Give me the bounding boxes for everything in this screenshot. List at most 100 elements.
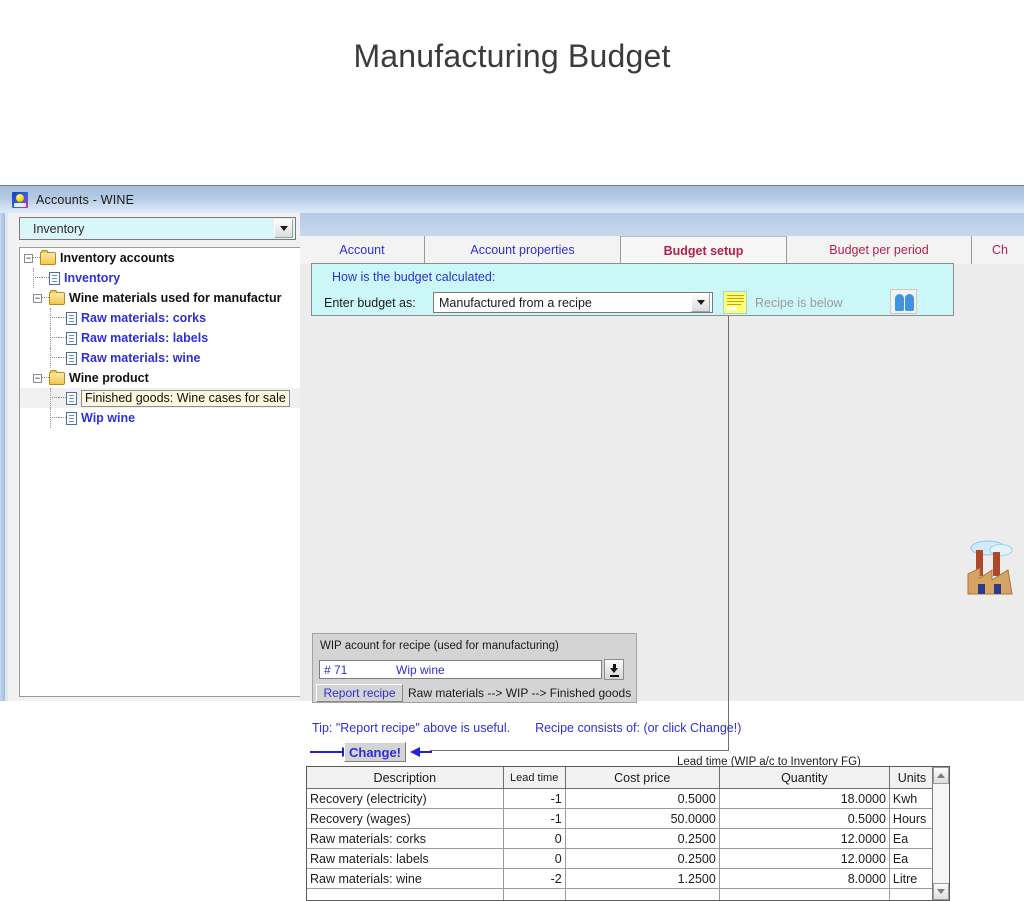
sidebar-pane: Inventory − Inventory accounts Inventory [8,213,300,701]
cell-quantity[interactable] [719,889,889,901]
cell-cost-price[interactable]: 0.5000 [565,789,719,809]
tree-connector [52,357,59,359]
cell-quantity[interactable]: 8.0000 [719,869,889,889]
cell-quantity[interactable]: 18.0000 [719,789,889,809]
cell-units[interactable] [889,889,934,901]
tree-item-inventory-accounts[interactable]: − Inventory accounts [20,248,302,268]
table-row[interactable]: Recovery (wages) -1 50.0000 0.5000 Hours [307,809,950,829]
cell-units[interactable]: Litre [889,869,934,889]
tab-budget-setup[interactable]: Budget setup [621,236,787,264]
tree-item-wip-wine[interactable]: Wip wine [20,408,302,428]
cell-quantity[interactable]: 12.0000 [719,829,889,849]
collapse-toggle-icon[interactable]: − [24,254,33,263]
account-tree[interactable]: − Inventory accounts Inventory − W [19,247,302,697]
tree-item-inventory[interactable]: Inventory [20,268,302,288]
recipe-connector-vertical [728,314,729,750]
cell-units[interactable]: Ea [889,829,934,849]
table-row[interactable]: Raw materials: labels 0 0.2500 12.0000 E… [307,849,950,869]
chevron-down-icon[interactable] [691,293,710,312]
cell-description[interactable]: Raw materials: labels [307,849,503,869]
tree-connector [59,317,66,319]
cell-description[interactable]: Raw materials: corks [307,829,503,849]
column-header-description[interactable]: Description [307,767,503,789]
cell-units[interactable]: Kwh [889,789,934,809]
table-row[interactable]: Raw materials: corks 0 0.2500 12.0000 Ea [307,829,950,849]
budget-method-select[interactable]: Manufactured from a recipe [433,292,713,313]
collapse-toggle-icon[interactable]: − [33,374,42,383]
tree-connector [52,397,59,399]
document-icon [66,412,77,425]
people-icon[interactable] [890,289,917,314]
cell-lead-time[interactable]: -1 [503,809,565,829]
recipe-connector-horizontal [430,750,729,751]
page-title: Manufacturing Budget [0,38,1024,75]
grid-header-row: Description Lead time Cost price Quantit… [307,767,950,789]
tree-item-label: Wip wine [81,411,135,425]
tab-label: Budget per period [829,243,928,257]
tree-item-label: Inventory accounts [60,251,175,265]
tree-item-finished-goods[interactable]: Finished goods: Wine cases for sale [20,388,302,408]
recipe-below-label: Recipe is below [755,296,843,310]
cell-cost-price[interactable]: 0.2500 [565,849,719,869]
tree-item-label: Raw materials: corks [81,311,206,325]
cell-description[interactable]: Recovery (wages) [307,809,503,829]
collapse-toggle-icon[interactable]: − [33,294,42,303]
recipe-grid[interactable]: Description Lead time Cost price Quantit… [306,766,950,901]
cell-description[interactable] [307,889,503,901]
cell-lead-time[interactable]: 0 [503,829,565,849]
tree-item-label-selected: Finished goods: Wine cases for sale [81,390,290,407]
folder-icon [40,252,56,265]
cell-cost-price[interactable]: 50.0000 [565,809,719,829]
cell-cost-price[interactable]: 1.2500 [565,869,719,889]
tab-budget-per-period[interactable]: Budget per period [787,236,972,264]
recipe-tip-part1: Tip: "Report recipe" above is useful. [312,721,510,735]
tree-item-raw-materials-labels[interactable]: Raw materials: labels [20,328,302,348]
cell-lead-time[interactable] [503,889,565,901]
tree-item-raw-materials-wine[interactable]: Raw materials: wine [20,348,302,368]
scroll-down-icon[interactable] [933,883,949,900]
cell-units[interactable]: Hours [889,809,934,829]
cell-lead-time[interactable]: -2 [503,869,565,889]
notepad-icon[interactable] [723,291,747,314]
cell-quantity[interactable]: 12.0000 [719,849,889,869]
tab-chart[interactable]: Ch [972,236,1024,264]
table-row[interactable]: Recovery (electricity) -1 0.5000 18.0000… [307,789,950,809]
document-icon [66,312,77,325]
tree-connector [42,277,49,279]
tree-connector [52,337,59,339]
wip-account-field[interactable]: # 71 Wip wine [319,660,602,679]
cell-quantity[interactable]: 0.5000 [719,809,889,829]
tree-item-wine-product[interactable]: − Wine product [20,368,302,388]
cell-lead-time[interactable]: -1 [503,789,565,809]
column-header-lead-time[interactable]: Lead time [503,767,565,789]
tree-connector [42,377,49,379]
column-header-quantity[interactable]: Quantity [719,767,889,789]
cell-cost-price[interactable] [565,889,719,901]
tree-item-label: Inventory [64,271,120,285]
grid-vertical-scrollbar[interactable] [932,767,949,900]
table-row[interactable] [307,889,950,901]
account-type-combo[interactable]: Inventory [19,217,296,240]
tab-label: Ch [992,243,1008,257]
recipe-tip-line: Tip: "Report recipe" above is useful. Re… [312,721,741,735]
tab-account-properties[interactable]: Account properties [425,236,621,264]
cell-lead-time[interactable]: 0 [503,849,565,869]
tree-item-wine-materials[interactable]: − Wine materials used for manufactur [20,288,302,308]
wip-account-picker-button[interactable] [604,659,624,680]
column-header-cost-price[interactable]: Cost price [565,767,719,789]
table-row[interactable]: Raw materials: wine -2 1.2500 8.0000 Lit… [307,869,950,889]
tab-account[interactable]: Account [300,236,425,264]
tree-item-raw-materials-corks[interactable]: Raw materials: corks [20,308,302,328]
chevron-down-icon[interactable] [274,219,293,238]
cell-description[interactable]: Raw materials: wine [307,869,503,889]
report-recipe-button[interactable]: Report recipe [316,684,403,702]
scroll-up-icon[interactable] [933,767,949,784]
cell-cost-price[interactable]: 0.2500 [565,829,719,849]
tree-connector [59,337,66,339]
column-header-units[interactable]: Units [889,767,934,789]
cell-description[interactable]: Recovery (electricity) [307,789,503,809]
tree-connector [42,297,49,299]
cell-units[interactable]: Ea [889,849,934,869]
change-recipe-button[interactable]: Change! [344,742,406,762]
tree-item-label: Wine product [69,371,149,385]
